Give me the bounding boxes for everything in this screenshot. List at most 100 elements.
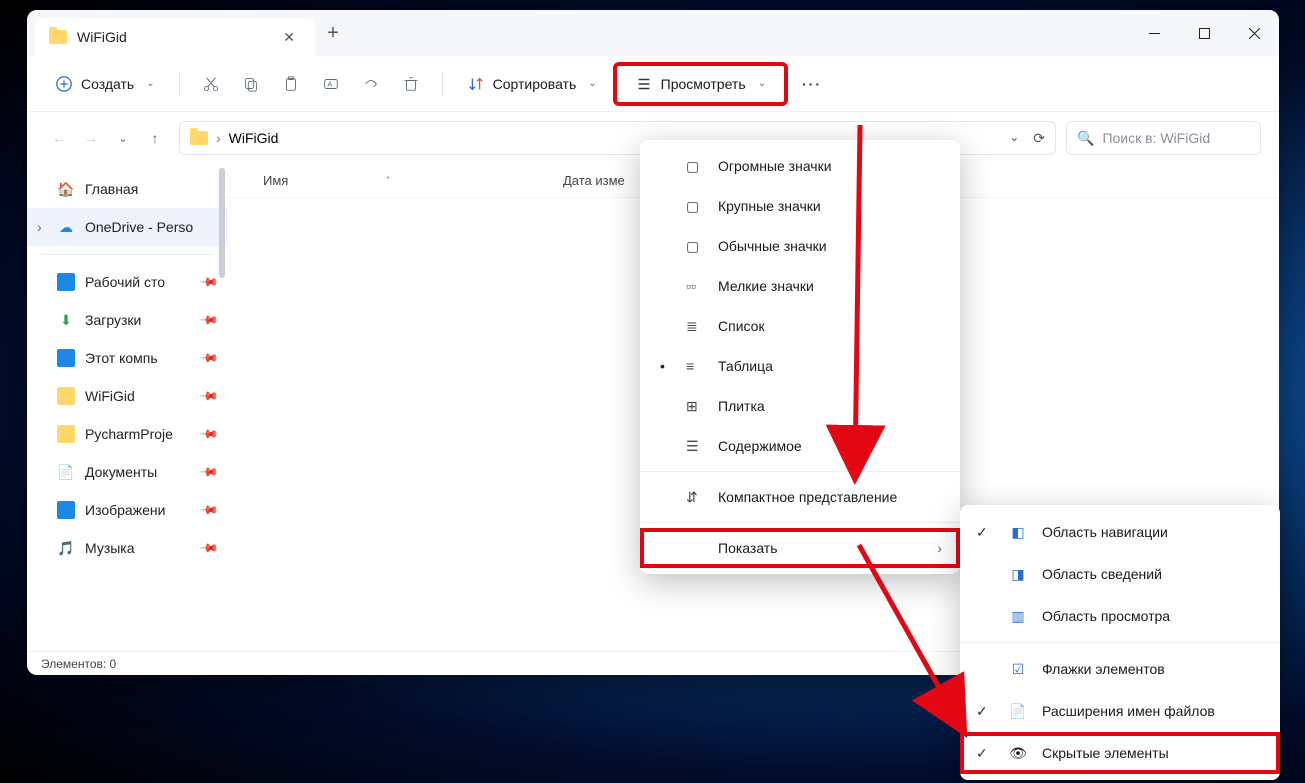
tab-close-button[interactable]: ✕ (277, 27, 301, 48)
content-icon: ☰ (686, 438, 706, 455)
sidebar-item-pycharm[interactable]: PycharmProje📌 (27, 415, 227, 453)
panel-left-icon: ◧ (1008, 524, 1028, 541)
plus-circle-icon (55, 75, 73, 93)
maximize-button[interactable] (1179, 10, 1229, 56)
new-label: Создать (81, 76, 134, 92)
menu-extra-large-icons[interactable]: ▢Огромные значки (640, 146, 960, 186)
submenu-preview-pane[interactable]: ▥Область просмотра (960, 595, 1280, 637)
submenu-item-checkboxes[interactable]: ☑Флажки элементов (960, 648, 1280, 690)
check-icon: ✓ (976, 524, 988, 541)
new-button[interactable]: Создать ⌄ (45, 68, 165, 100)
selected-bullet-icon: • (660, 358, 665, 374)
copy-button[interactable] (234, 68, 268, 100)
sidebar-item-onedrive[interactable]: ☁ OneDrive - Perso (27, 208, 227, 246)
sidebar-item-desktop[interactable]: Рабочий сто📌 (27, 263, 227, 301)
sidebar-separator (41, 254, 213, 255)
sidebar-item-downloads[interactable]: ⬇Загрузки📌 (27, 301, 227, 339)
menu-content[interactable]: ☰Содержимое (640, 426, 960, 466)
titlebar: WiFiGid ✕ + (27, 10, 1279, 56)
breadcrumb-separator: › (216, 130, 221, 146)
menu-compact-view[interactable]: ⇵Компактное представление (640, 477, 960, 517)
panel-right-icon: ◨ (1008, 566, 1028, 583)
picture-icon (57, 501, 75, 519)
cut-button[interactable] (194, 68, 228, 100)
forward-button[interactable]: → (77, 124, 105, 152)
toolbar: Создать ⌄ A Сортировать ⌄ Просмотреть ⌄ … (27, 56, 1279, 112)
sidebar-item-wifigid[interactable]: WiFiGid📌 (27, 377, 227, 415)
check-icon: ✓ (976, 703, 988, 720)
panel-preview-icon: ▥ (1008, 608, 1028, 625)
sidebar-item-thispc[interactable]: Этот компь📌 (27, 339, 227, 377)
paste-button[interactable] (274, 68, 308, 100)
minimize-button[interactable] (1129, 10, 1179, 56)
folder-icon (49, 30, 67, 44)
window-controls (1129, 10, 1279, 56)
grid-icon: ▢ (686, 238, 706, 255)
menu-large-icons[interactable]: ▢Крупные значки (640, 186, 960, 226)
sidebar: 🏠 Главная ☁ OneDrive - Perso Рабочий сто… (27, 164, 227, 651)
sidebar-item-documents[interactable]: 📄Документы📌 (27, 453, 227, 491)
sidebar-label: Документы (85, 464, 157, 480)
folder-icon (57, 387, 75, 405)
list-icon: ≣ (686, 318, 706, 335)
column-name[interactable]: Имя ⌃ (263, 173, 563, 188)
address-dropdown-button[interactable]: ⌄ (1009, 130, 1019, 147)
column-modified-label: Дата изме (563, 173, 625, 188)
menu-show[interactable]: Показать› (640, 528, 960, 568)
details-icon: ≡ (686, 358, 706, 374)
rename-icon: A (322, 75, 340, 93)
search-box[interactable]: 🔍 Поиск в: WiFiGid (1066, 121, 1261, 155)
grid-small-icon: ▫▫ (686, 278, 706, 294)
submenu-navigation-pane[interactable]: ✓◧Область навигации (960, 511, 1280, 553)
rename-button[interactable]: A (314, 68, 348, 100)
breadcrumb-item[interactable]: WiFiGid (229, 130, 279, 146)
menu-separator (960, 642, 1280, 643)
more-button[interactable]: ··· (794, 69, 830, 99)
compact-icon: ⇵ (686, 489, 706, 506)
separator (179, 71, 180, 97)
sidebar-label: PycharmProje (85, 426, 173, 442)
sort-button[interactable]: Сортировать ⌄ (457, 68, 607, 100)
grid-icon: ▢ (686, 158, 706, 175)
sidebar-scrollbar[interactable] (217, 168, 227, 647)
eye-icon: 👁 (1008, 745, 1028, 762)
back-button[interactable]: ← (45, 124, 73, 152)
sidebar-label: WiFiGid (85, 388, 135, 404)
highlight-view-button: Просмотреть ⌄ (613, 62, 788, 106)
sidebar-item-home[interactable]: 🏠 Главная (27, 170, 227, 208)
clipboard-icon (282, 75, 300, 93)
view-button[interactable]: Просмотреть ⌄ (625, 68, 776, 100)
sidebar-label: Загрузки (85, 312, 141, 328)
sidebar-item-pictures[interactable]: Изображени📌 (27, 491, 227, 529)
share-button[interactable] (354, 68, 388, 100)
recent-button[interactable]: ⌄ (109, 124, 137, 152)
search-icon: 🔍 (1077, 130, 1094, 147)
sidebar-item-music[interactable]: 🎵Музыка📌 (27, 529, 227, 567)
submenu-hidden-items[interactable]: ✓👁Скрытые элементы (960, 732, 1280, 774)
sort-indicator-icon: ⌃ (384, 175, 392, 186)
up-button[interactable]: ↑ (141, 124, 169, 152)
monitor-icon (57, 349, 75, 367)
menu-list[interactable]: ≣Список (640, 306, 960, 346)
trash-icon (402, 75, 420, 93)
tab-active[interactable]: WiFiGid ✕ (35, 18, 315, 56)
delete-button[interactable] (394, 68, 428, 100)
column-modified[interactable]: Дата изме (563, 173, 625, 188)
menu-medium-icons[interactable]: ▢Обычные значки (640, 226, 960, 266)
new-tab-button[interactable]: + (315, 22, 351, 45)
refresh-button[interactable]: ⟳ (1033, 130, 1045, 147)
chevron-right-icon: › (937, 540, 942, 556)
submenu-details-pane[interactable]: ◨Область сведений (960, 553, 1280, 595)
menu-small-icons[interactable]: ▫▫Мелкие значки (640, 266, 960, 306)
menu-details[interactable]: •≡Таблица (640, 346, 960, 386)
sidebar-label: Рабочий сто (85, 274, 165, 290)
copy-icon (242, 75, 260, 93)
menu-tiles[interactable]: ⊞Плитка (640, 386, 960, 426)
sidebar-label: Главная (85, 181, 138, 197)
close-button[interactable] (1229, 10, 1279, 56)
chevron-down-icon: ⌄ (146, 78, 154, 89)
submenu-file-extensions[interactable]: ✓📄Расширения имен файлов (960, 690, 1280, 732)
desktop-icon (57, 273, 75, 291)
scissors-icon (202, 75, 220, 93)
scrollbar-thumb[interactable] (219, 168, 225, 278)
